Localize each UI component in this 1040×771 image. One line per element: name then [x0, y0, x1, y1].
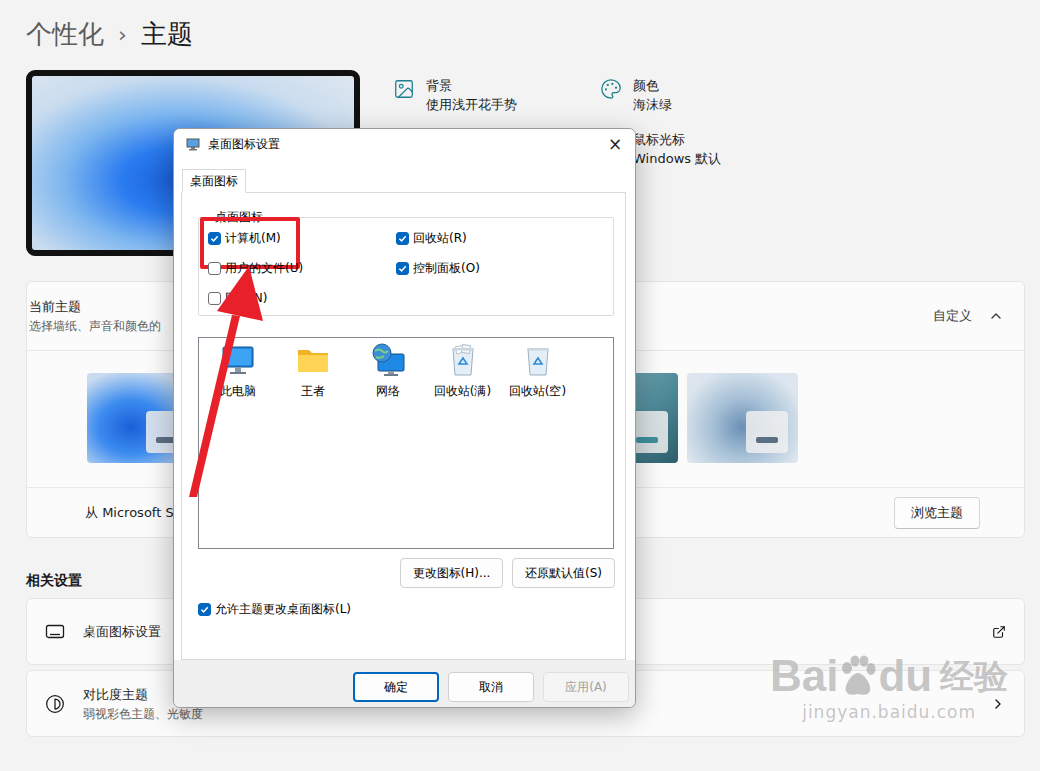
desktop-icon-dialog: 桌面图标设置×桌面图标桌面图标计算机(M)回收站(R)用户的文件(U)控制面板(… — [173, 128, 636, 708]
dialog-button[interactable]: 确定 — [353, 672, 439, 702]
contrast-icon — [45, 694, 65, 714]
breadcrumb-separator: › — [118, 22, 127, 47]
desktop-settings-icon — [186, 137, 200, 151]
recycle-bin-full-icon — [445, 342, 481, 378]
chevron-up-icon[interactable] — [988, 308, 1004, 324]
checkbox[interactable] — [198, 603, 211, 616]
check-icon — [210, 234, 219, 243]
close-button[interactable]: × — [595, 129, 635, 159]
icon-button[interactable]: 还原默认值(S) — [512, 558, 615, 588]
checkbox-row[interactable]: 控制面板(O) — [396, 260, 603, 277]
dialog-button[interactable]: 取消 — [448, 672, 534, 702]
tab-panel: 桌面图标计算机(M)回收站(R)用户的文件(U)控制面板(O)网络(N) 此电脑王… — [181, 192, 626, 660]
checkbox-row[interactable]: 用户的文件(U) — [208, 260, 396, 277]
watermark: Baidu经验jingyan.baidu.com — [770, 652, 1008, 722]
chevron-right-icon[interactable] — [990, 696, 1006, 712]
recycle-bin-empty-icon — [520, 342, 556, 378]
checkbox-row[interactable]: 允许主题更改桌面图标(L) — [198, 601, 613, 618]
icon-item[interactable]: 回收站(空) — [500, 342, 575, 400]
checkbox[interactable] — [396, 232, 409, 245]
external-link-icon[interactable] — [992, 625, 1006, 639]
checkbox[interactable] — [396, 262, 409, 275]
breadcrumb-current: 主题 — [141, 17, 193, 52]
check-icon — [398, 264, 407, 273]
check-icon — [200, 605, 209, 614]
checkbox[interactable] — [208, 262, 221, 275]
tab-strip: 桌面图标 — [181, 169, 626, 192]
icon-group: 桌面图标计算机(M)回收站(R)用户的文件(U)控制面板(O)网络(N) — [198, 209, 614, 316]
icon-item[interactable]: 王者 — [275, 342, 350, 400]
icon-list: 此电脑王者网络回收站(满)回收站(空) — [198, 337, 614, 549]
folder-icon — [295, 342, 331, 378]
checkbox-row[interactable]: 回收站(R) — [396, 230, 603, 247]
browse-themes-button[interactable]: 浏览主题 — [894, 497, 980, 529]
icon-button[interactable]: 更改图标(H)... — [400, 558, 503, 588]
palette-icon — [600, 78, 622, 100]
dialog-title-bar[interactable]: 桌面图标设置× — [174, 129, 635, 159]
dialog-footer: 确定取消应用(A) — [174, 660, 635, 708]
icon-item[interactable]: 此电脑 — [200, 342, 275, 400]
theme-setting[interactable]: 颜色海沫绿 — [600, 78, 721, 114]
check-icon — [398, 234, 407, 243]
tab[interactable]: 桌面图标 — [182, 169, 246, 193]
breadcrumb: 个性化 › 主题 — [26, 14, 1025, 54]
theme-thumbnail[interactable] — [687, 373, 798, 463]
network-icon — [370, 342, 406, 378]
desktop-icon — [45, 622, 65, 642]
checkbox-row[interactable]: 计算机(M) — [208, 230, 396, 247]
baidu-paw-icon — [838, 655, 878, 697]
checkbox[interactable] — [208, 292, 221, 305]
checkbox[interactable] — [208, 232, 221, 245]
computer-icon — [220, 342, 256, 378]
checkbox-row[interactable]: 网络(N) — [208, 290, 396, 307]
theme-setting[interactable]: 背景使用浅开花手势 — [393, 78, 600, 114]
settings-page: 个性化›主题背景使用浅开花手势颜色海沫绿鼠标光标Windows 默认当前主题选择… — [0, 0, 1040, 771]
image-icon — [393, 78, 415, 100]
breadcrumb-parent[interactable]: 个性化 — [26, 17, 104, 52]
icon-item[interactable]: 回收站(满) — [425, 342, 500, 400]
dialog-button[interactable]: 应用(A) — [543, 672, 629, 702]
icon-item[interactable]: 网络 — [350, 342, 425, 400]
